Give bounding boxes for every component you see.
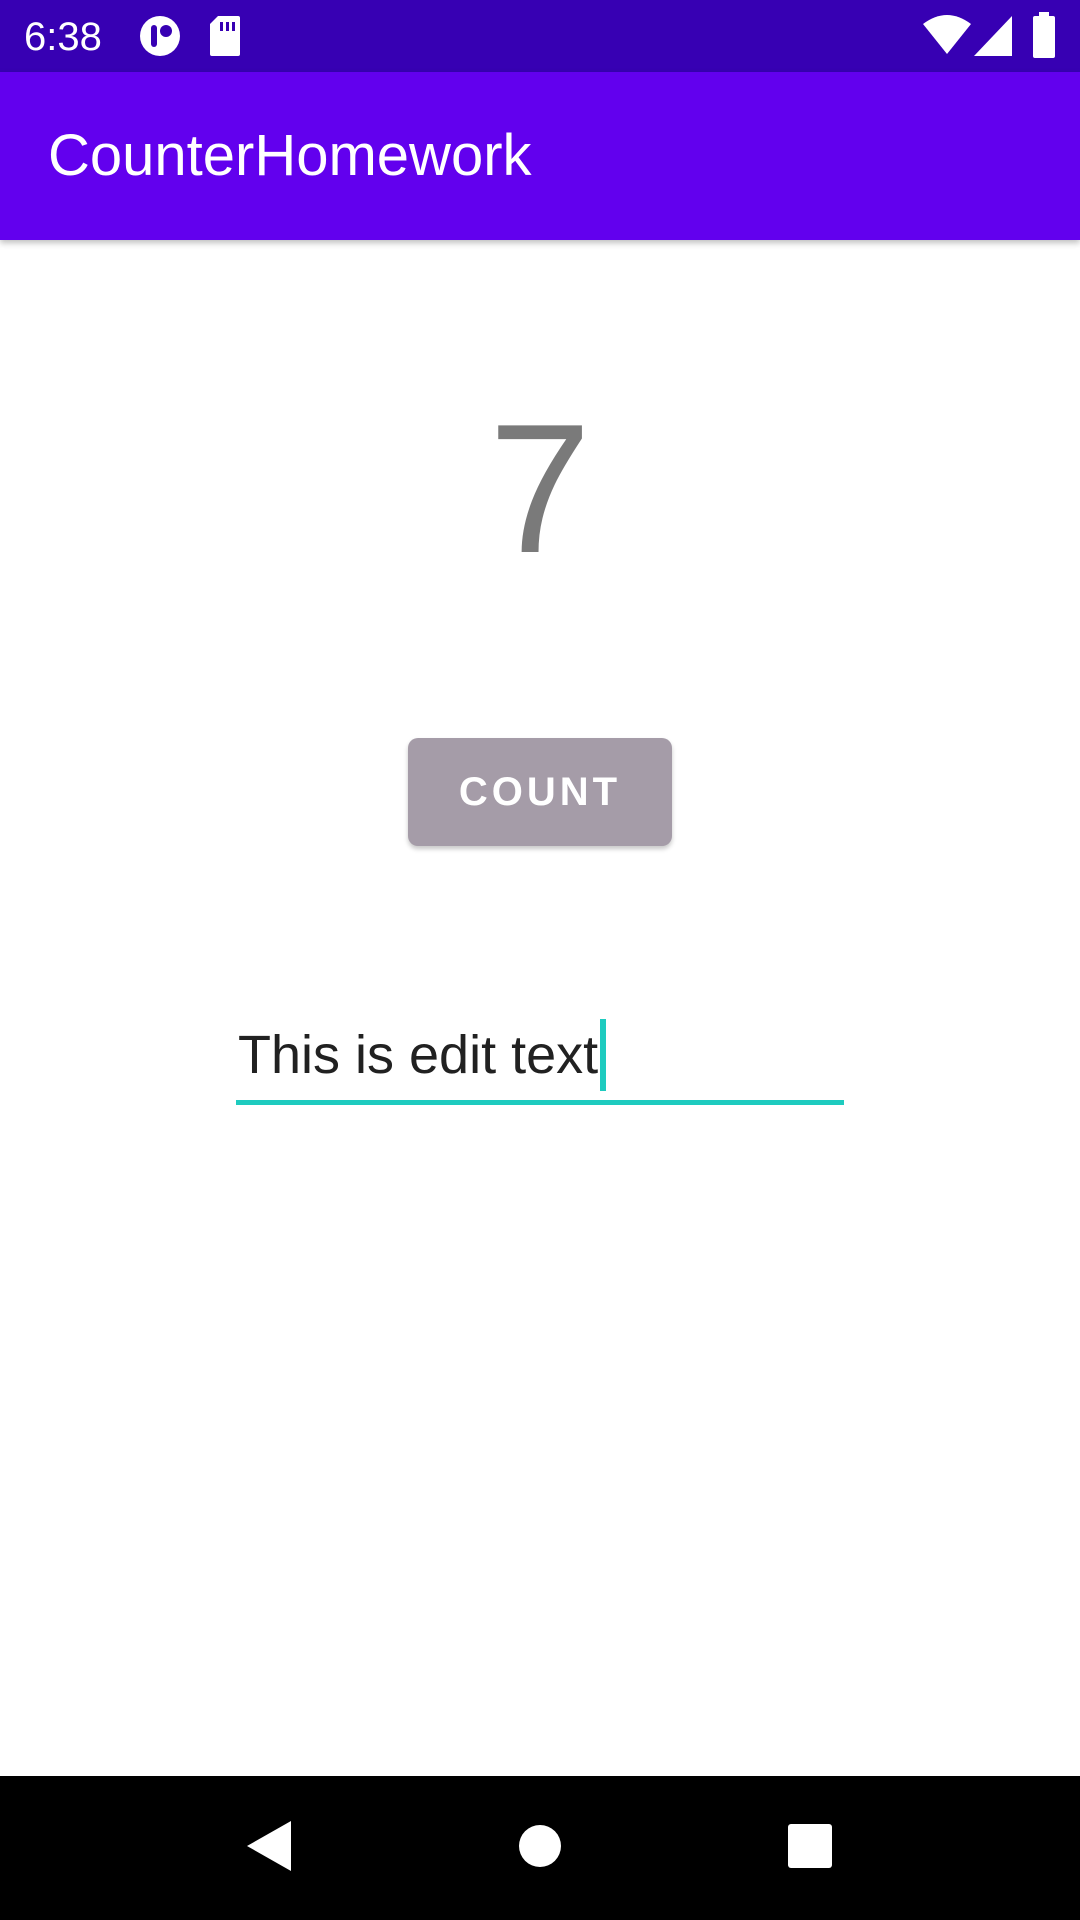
status-time: 6:38 bbox=[24, 15, 102, 59]
notification-app-icon bbox=[138, 14, 182, 63]
recents-icon bbox=[787, 1823, 833, 1874]
home-button[interactable] bbox=[490, 1798, 590, 1898]
text-cursor bbox=[600, 1018, 607, 1091]
recents-button[interactable] bbox=[760, 1798, 860, 1898]
back-icon bbox=[243, 1819, 293, 1878]
app-bar: CounterHomework bbox=[0, 72, 1080, 240]
home-icon bbox=[517, 1823, 563, 1874]
sd-card-icon bbox=[208, 14, 242, 63]
edit-text-field[interactable]: This is edit text bbox=[236, 1010, 844, 1105]
edit-text-value-wrapper[interactable]: This is edit text bbox=[238, 1010, 607, 1100]
app-title: CounterHomework bbox=[48, 123, 532, 188]
navigation-bar bbox=[0, 1776, 1080, 1920]
wifi-icon bbox=[922, 14, 972, 63]
main-content: 7 COUNT This is edit text bbox=[0, 240, 1080, 1776]
back-button[interactable] bbox=[218, 1798, 318, 1898]
count-button[interactable]: COUNT bbox=[408, 738, 672, 846]
status-bar: 6:38 bbox=[0, 0, 1080, 72]
edit-text-value: This is edit text bbox=[238, 1025, 599, 1085]
count-value: 7 bbox=[488, 385, 592, 591]
battery-icon bbox=[1032, 12, 1056, 63]
cell-signal-icon bbox=[972, 14, 1014, 63]
